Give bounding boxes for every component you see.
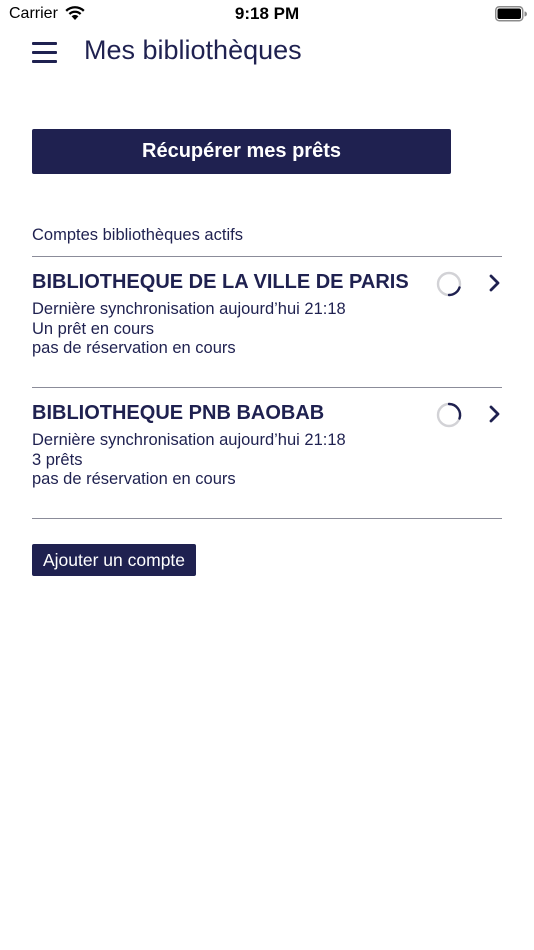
loans-status-text: Un prêt en cours [32,320,154,338]
reservations-status-text: pas de réservation en cours [32,470,236,488]
page-title: Mes bibliothèques [84,35,302,65]
account-name: BIBLIOTHEQUE DE LA VILLE DE PARIS [32,271,409,293]
reservations-status-text: pas de réservation en cours [32,339,236,357]
account-row-paris[interactable]: BIBLIOTHEQUE DE LA VILLE DE PARIS Derniè… [32,257,502,387]
loading-spinner-icon [436,402,462,428]
hamburger-menu-icon[interactable] [32,41,58,63]
divider [32,518,502,519]
fetch-loans-button[interactable]: Récupérer mes prêts [32,129,451,174]
account-row-pnb-baobab[interactable]: BIBLIOTHEQUE PNB BAOBAB Dernière synchro… [32,388,502,518]
chevron-right-icon[interactable] [488,273,502,293]
add-account-button[interactable]: Ajouter un compte [32,544,197,576]
section-title: Comptes bibliothèques actifs [32,226,243,244]
status-time: 9:18 PM [234,4,300,23]
status-bar: Carrier 9:18 PM [0,0,534,28]
last-sync-text: Dernière synchronisation aujourd’hui 21:… [32,431,346,449]
chevron-right-icon[interactable] [488,404,502,424]
loading-spinner-icon [436,271,462,297]
account-name: BIBLIOTHEQUE PNB BAOBAB [32,402,325,424]
last-sync-text: Dernière synchronisation aujourd’hui 21:… [32,300,346,318]
loans-status-text: 3 prêts [32,451,83,469]
battery-icon [495,6,527,22]
